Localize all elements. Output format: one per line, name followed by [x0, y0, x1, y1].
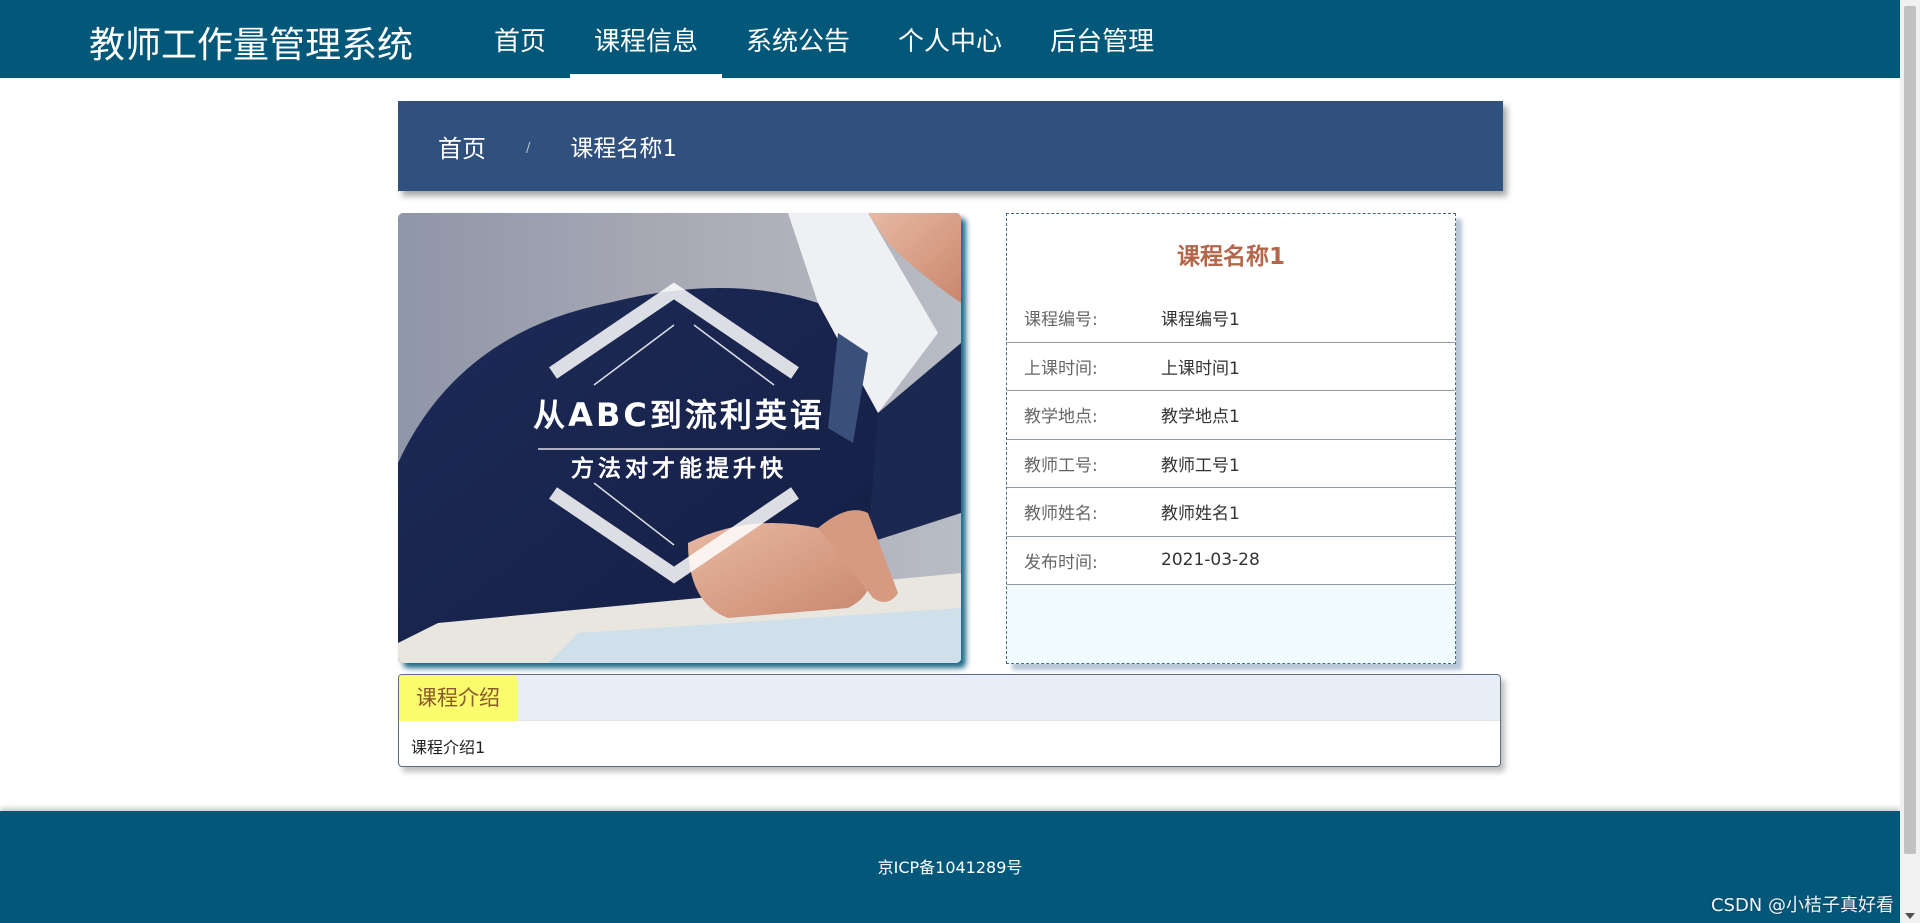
nav-item-profile[interactable]: 个人中心 [874, 0, 1026, 78]
breadcrumb-current: 课程名称1 [570, 136, 678, 162]
detail-row: 发布时间: 2021-03-28 [1007, 536, 1455, 585]
detail-row: 课程编号: 课程编号1 [1007, 294, 1455, 343]
cover-line1: 从ABC到流利英语 [533, 396, 825, 434]
course-detail-panel: 课程名称1 课程编号: 课程编号1 上课时间: 上课时间1 教学地点: 教学地点… [1006, 213, 1456, 664]
top-navbar: 教师工作量管理系统 首页 课程信息 系统公告 个人中心 后台管理 [0, 0, 1900, 78]
detail-label: 教师工号: [1024, 455, 1098, 476]
nav-item-course-info[interactable]: 课程信息 [570, 0, 723, 78]
breadcrumb-separator: / [526, 140, 531, 156]
vertical-scrollbar[interactable] [1900, 0, 1920, 923]
page-footer: 京ICP备1041289号 [0, 811, 1900, 923]
detail-value: 课程编号1 [1161, 310, 1240, 331]
scroll-down-arrow-icon[interactable] [1905, 913, 1915, 919]
nav-item-home[interactable]: 首页 [470, 0, 570, 78]
detail-value: 教师姓名1 [1161, 504, 1240, 525]
detail-row: 教师工号: 教师工号1 [1007, 439, 1455, 488]
detail-label: 上课时间: [1024, 358, 1098, 379]
nav-item-announcements[interactable]: 系统公告 [722, 0, 874, 78]
cover-line2: 方法对才能提升快 [571, 455, 787, 482]
detail-row: 上课时间: 上课时间1 [1007, 342, 1455, 391]
icp-record: 京ICP备1041289号 [877, 858, 1023, 877]
course-title: 课程名称1 [1176, 244, 1285, 270]
breadcrumb: 首页 / 课程名称1 [398, 101, 1503, 191]
scrollbar-thumb[interactable] [1904, 6, 1916, 854]
detail-row: 教学地点: 教学地点1 [1007, 391, 1455, 440]
intro-tab-bar: 课程介绍 [399, 675, 1500, 721]
detail-value: 上课时间1 [1161, 358, 1240, 379]
main-nav: 首页 课程信息 系统公告 个人中心 后台管理 [470, 0, 1178, 78]
tab-course-intro[interactable]: 课程介绍 [399, 675, 517, 721]
detail-value: 教师工号1 [1161, 455, 1240, 476]
course-intro-panel: 课程介绍 课程介绍1 [398, 674, 1501, 767]
csdn-watermark: CSDN @小桔子真好看 [1710, 895, 1894, 916]
site-brand[interactable]: 教师工作量管理系统 [89, 16, 413, 68]
detail-label: 教学地点: [1024, 407, 1098, 428]
detail-value: 2021-03-28 [1161, 550, 1260, 571]
detail-label: 教师姓名: [1024, 504, 1098, 525]
intro-content: 课程介绍1 [411, 738, 486, 757]
breadcrumb-home-link[interactable]: 首页 [438, 129, 486, 164]
course-cover-image: 从ABC到流利英语 方法对才能提升快 [398, 213, 961, 663]
nav-item-admin[interactable]: 后台管理 [1026, 0, 1178, 78]
detail-label: 发布时间: [1024, 552, 1098, 573]
detail-label: 课程编号: [1024, 310, 1098, 331]
detail-value: 教学地点1 [1161, 407, 1240, 428]
detail-row: 教师姓名: 教师姓名1 [1007, 488, 1455, 537]
